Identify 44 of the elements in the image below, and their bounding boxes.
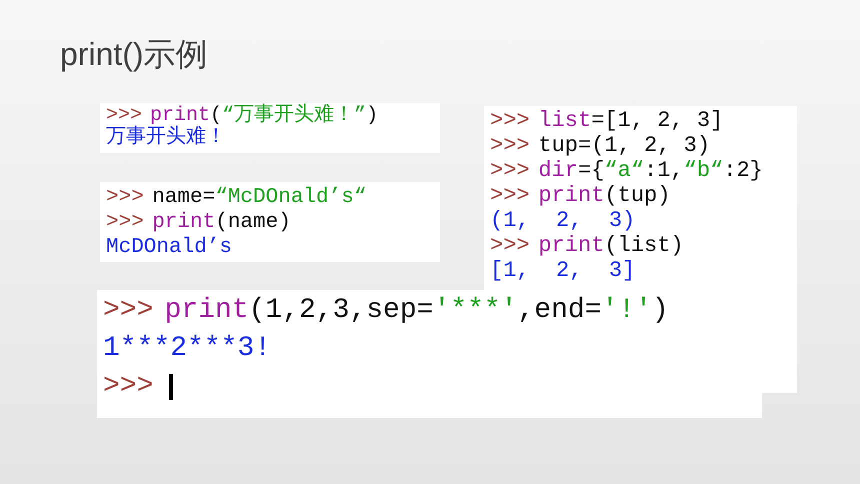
- code-text: (list): [604, 233, 684, 258]
- string-text: “万事开头难！”: [222, 105, 366, 127]
- code-text: name=: [152, 185, 216, 210]
- prompt-text: >>>: [103, 370, 154, 404]
- string-text: “b“: [684, 158, 724, 183]
- code-text: (name): [215, 210, 291, 235]
- code-text: tup=(1, 2, 3): [538, 133, 710, 158]
- keyword-text: list: [538, 108, 592, 133]
- code-text: ): [652, 294, 669, 328]
- code-text: (tup): [604, 183, 670, 208]
- keyword-text: print: [150, 105, 210, 127]
- keyword-text: dir: [538, 158, 578, 183]
- string-text: '!': [602, 294, 652, 328]
- code-text: :1,: [644, 158, 684, 183]
- prompt-text: >>>: [490, 108, 530, 133]
- keyword-text: print: [538, 183, 604, 208]
- output-text: McDOnald’s: [106, 235, 232, 260]
- output-text: 万事开头难！: [106, 127, 226, 149]
- output-text: (1, 2, 3): [490, 208, 636, 233]
- prompt-text: >>>: [103, 294, 154, 328]
- code-text: ={: [578, 158, 604, 183]
- code-text: (1,2,3,sep=: [248, 294, 434, 328]
- string-text: '***': [433, 294, 518, 328]
- code-text: ,end=: [517, 294, 602, 328]
- code-text: (: [210, 105, 222, 127]
- code-text: =[1, 2, 3]: [591, 108, 724, 133]
- prompt-text: >>>: [490, 158, 530, 183]
- prompt-text: >>>: [490, 183, 530, 208]
- prompt-text: >>>: [106, 185, 144, 210]
- prompt-text: >>>: [490, 133, 530, 158]
- string-text: “a“: [604, 158, 644, 183]
- keyword-text: print: [538, 233, 604, 258]
- string-text: “McDOnald’s“: [215, 185, 366, 210]
- prompt-text: >>>: [106, 105, 142, 127]
- keyword-text: print: [152, 210, 216, 235]
- slide-title: print()示例: [60, 35, 208, 74]
- prompt-text: >>>: [490, 233, 530, 258]
- output-text: 1***2***3!: [103, 332, 272, 366]
- prompt-text: >>>: [106, 210, 144, 235]
- keyword-text: print: [164, 294, 249, 328]
- text-cursor: [168, 374, 173, 400]
- output-text: [1, 2, 3]: [490, 258, 636, 283]
- code-text: :2}: [723, 158, 763, 183]
- code-text: ): [366, 105, 378, 127]
